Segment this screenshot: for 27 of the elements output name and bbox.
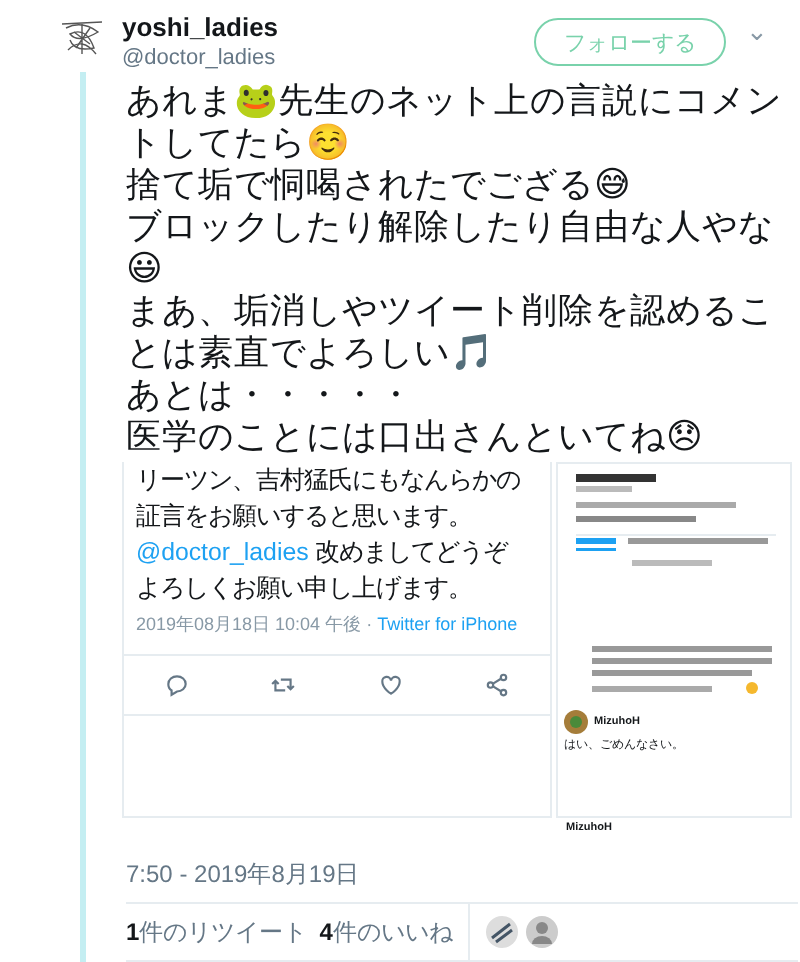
avatar-icon[interactable]	[486, 916, 519, 948]
menu-caret[interactable]: ⌄	[742, 16, 772, 46]
stat-link[interactable]: 4件のいいね	[319, 915, 453, 949]
source-link[interactable]: Twitter for iPhone	[377, 614, 518, 634]
avatar-icon	[564, 710, 588, 734]
tweet-text: 捨て垢で恫喝されたでござる😅	[126, 164, 633, 206]
author-handle: @doctor_ladies	[122, 44, 278, 72]
screenshot-text: リーツン、吉村猛氏にもなんらかの	[136, 464, 522, 498]
stat-link[interactable]: 1件のリツイート	[126, 915, 308, 949]
avatar-icon[interactable]	[58, 16, 106, 60]
tweet-text: あとは・・・・・	[126, 374, 416, 416]
heart-icon[interactable]	[377, 672, 404, 698]
screenshot-meta: 2019年08月18日 10:04 午後 · Twitter for iPhone	[136, 612, 520, 638]
screenshot-text: @doctor_ladies 改めましてどうぞ	[136, 536, 511, 570]
mention-link[interactable]: @doctor_ladies	[136, 538, 309, 566]
screenshot-text: 証言をお願いすると思います。	[136, 500, 474, 534]
tweet-timestamp: 7:50 - 2019年8月19日	[126, 860, 362, 888]
tweet-text: 医学のことには口出さんといてね😞	[126, 416, 705, 458]
tweet-text: ブロックしたり解除したり自由な人やな😃	[126, 206, 776, 290]
follow-button[interactable]: フォローする	[534, 18, 726, 66]
share-icon[interactable]	[483, 672, 510, 698]
author-name[interactable]: yoshi_ladies	[122, 12, 518, 44]
avatar-icon[interactable]	[526, 916, 559, 948]
tweet-text: あれま🐸先生のネット上の言説にコメントしてたら☺	[126, 80, 784, 164]
tweet-text: まあ、垢消しやツイート削除を認めることは素直でよろしい🎵	[126, 290, 776, 374]
screenshot-text: よろしくお願い申し上げます。	[136, 572, 474, 606]
reply-icon[interactable]	[164, 672, 191, 698]
